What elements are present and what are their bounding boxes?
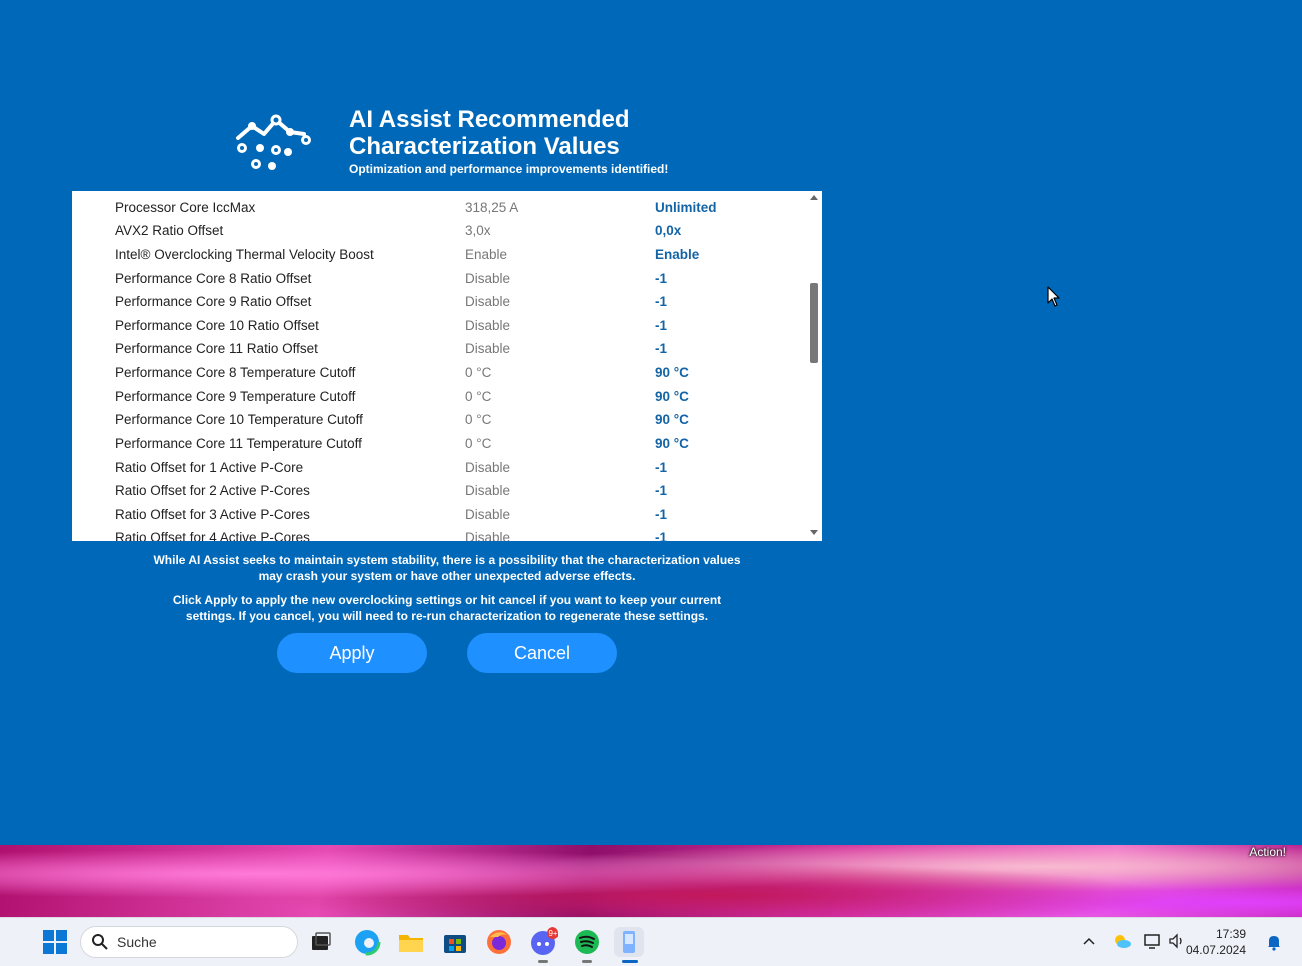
- search-placeholder: Suche: [117, 934, 157, 950]
- setting-name: Ratio Offset for 1 Active P-Core: [115, 460, 304, 475]
- current-value: Disable: [465, 271, 511, 286]
- recommended-value: 90 °C: [655, 436, 689, 451]
- table-row: Processor Core IccMax 318,25 A Unlimited: [72, 197, 807, 220]
- table-row: Intel® Overclocking Thermal Velocity Boo…: [72, 244, 807, 267]
- current-value: 0 °C: [465, 436, 492, 451]
- current-value: Disable: [465, 318, 511, 333]
- xtu-app-icon[interactable]: [614, 927, 644, 957]
- setting-name: Ratio Offset for 3 Active P-Cores: [115, 507, 310, 522]
- setting-name: Intel® Overclocking Thermal Velocity Boo…: [115, 247, 374, 262]
- setting-name: Performance Core 11 Ratio Offset: [115, 341, 318, 356]
- network-icon[interactable]: [1143, 932, 1163, 950]
- current-value: 3,0x: [465, 223, 491, 238]
- current-value: Disable: [465, 341, 511, 356]
- recommended-value: -1: [655, 507, 668, 522]
- setting-name: Processor Core IccMax: [115, 200, 256, 215]
- table-row: Ratio Offset for 3 Active P-Cores Disable…: [72, 504, 807, 527]
- setting-name: Ratio Offset for 2 Active P-Cores: [115, 483, 310, 498]
- setting-name: Performance Core 10 Temperature Cutoff: [115, 412, 363, 427]
- mouse-cursor-icon: [1047, 286, 1060, 307]
- ai-assist-logo-icon: [236, 114, 311, 170]
- scroll-up-arrow-icon[interactable]: [810, 195, 818, 200]
- clock-date[interactable]: 04.07.2024: [1186, 943, 1246, 957]
- table-row: Ratio Offset for 2 Active P-Cores Disable…: [72, 480, 807, 503]
- recommended-value: Enable: [655, 247, 700, 262]
- characterization-values-table[interactable]: Processor Core IccMax 318,25 A Unlimited AV…: [72, 191, 822, 541]
- table-row: Performance Core 10 Temperature Cutoff 0 …: [72, 409, 807, 432]
- recommended-value: -1: [655, 483, 668, 498]
- setting-name: Performance Core 10 Ratio Offset: [115, 318, 319, 333]
- table-row: Performance Core 11 Ratio Offset Disable -…: [72, 338, 807, 361]
- current-value: 318,25 A: [465, 200, 519, 215]
- table-row: Performance Core 8 Temperature Cutoff 0 °…: [72, 362, 807, 385]
- chevron-up-icon[interactable]: [1082, 935, 1096, 947]
- edge-icon[interactable]: [352, 927, 382, 957]
- wallpaper-label: Action!: [1249, 845, 1286, 859]
- setting-name: Ratio Offset for 4 Active P-Cores: [115, 530, 310, 541]
- app-window: AI Assist Recommended Characterization V…: [0, 0, 1302, 845]
- setting-name: Performance Core 8 Temperature Cutoff: [115, 365, 356, 380]
- table-row: Performance Core 8 Ratio Offset Disable -1: [72, 268, 807, 291]
- store-icon[interactable]: [440, 927, 470, 957]
- notification-bell-icon[interactable]: [1266, 933, 1282, 951]
- firefox-icon[interactable]: [484, 927, 514, 957]
- current-value: Disable: [465, 483, 511, 498]
- spotify-running-indicator: [582, 960, 592, 963]
- cancel-button[interactable]: Cancel: [467, 633, 617, 673]
- recommended-value: 90 °C: [655, 389, 689, 404]
- table-row: Performance Core 11 Temperature Cutoff 0 …: [72, 433, 807, 456]
- recommended-value: 90 °C: [655, 412, 689, 427]
- recommended-value: 90 °C: [655, 365, 689, 380]
- table-row: AVX2 Ratio Offset 3,0x 0,0x: [72, 220, 807, 243]
- current-value: 0 °C: [465, 412, 492, 427]
- table-row: Performance Core 9 Temperature Cutoff 0 °…: [72, 386, 807, 409]
- recommended-value: -1: [655, 318, 668, 333]
- discord-icon[interactable]: 9+: [528, 927, 558, 957]
- recommended-value: -1: [655, 294, 668, 309]
- recommended-value: -1: [655, 341, 668, 356]
- setting-name: Performance Core 11 Temperature Cutoff: [115, 436, 362, 451]
- setting-name: Performance Core 9 Temperature Cutoff: [115, 389, 356, 404]
- discord-badge: 9+: [548, 929, 557, 938]
- table-row: Ratio Offset for 4 Active P-Cores Disable…: [72, 527, 807, 541]
- recommended-value: -1: [655, 530, 668, 541]
- taskbar: Suche 9+ 17:39 04.07.2024: [0, 917, 1302, 966]
- search-icon: [92, 934, 108, 950]
- setting-name: Performance Core 8 Ratio Offset: [115, 271, 312, 286]
- xtu-active-indicator: [622, 960, 638, 963]
- recommended-value: -1: [655, 271, 668, 286]
- current-value: Disable: [465, 530, 511, 541]
- recommended-value: 0,0x: [655, 223, 682, 238]
- current-value: Disable: [465, 294, 511, 309]
- recommended-value: Unlimited: [655, 200, 717, 215]
- clock-time[interactable]: 17:39: [1216, 927, 1246, 941]
- setting-name: AVX2 Ratio Offset: [115, 223, 224, 238]
- setting-name: Performance Core 9 Ratio Offset: [115, 294, 312, 309]
- current-value: 0 °C: [465, 365, 492, 380]
- page-title: AI Assist Recommended Characterization V…: [349, 106, 630, 160]
- current-value: Disable: [465, 507, 511, 522]
- task-view-icon[interactable]: [306, 927, 336, 957]
- table-row: Performance Core 10 Ratio Offset Disable -…: [72, 315, 807, 338]
- scrollbar-thumb[interactable]: [810, 283, 818, 363]
- current-value: Disable: [465, 460, 511, 475]
- scroll-down-arrow-icon[interactable]: [810, 530, 818, 535]
- table-row: Performance Core 9 Ratio Offset Disable -1: [72, 291, 807, 314]
- stability-warning-text: While AI Assist seeks to maintain system…: [153, 553, 741, 583]
- taskbar-search-box[interactable]: Suche: [80, 926, 298, 958]
- page-subtitle: Optimization and performance improvement…: [349, 162, 669, 176]
- current-value: Enable: [465, 247, 508, 262]
- windows-start-icon[interactable]: [40, 927, 70, 957]
- spotify-icon[interactable]: [572, 927, 602, 957]
- weather-icon[interactable]: [1112, 932, 1132, 950]
- desktop-wallpaper: Action!: [0, 845, 1302, 917]
- apply-button[interactable]: Apply: [277, 633, 427, 673]
- apply-instructions-text: Click Apply to apply the new overclockin…: [172, 593, 722, 623]
- volume-icon[interactable]: [1167, 932, 1187, 950]
- recommended-value: -1: [655, 460, 668, 475]
- discord-running-indicator: [538, 960, 548, 963]
- file-explorer-icon[interactable]: [396, 927, 426, 957]
- table-row: Ratio Offset for 1 Active P-Core Disable -…: [72, 457, 807, 480]
- current-value: 0 °C: [465, 389, 492, 404]
